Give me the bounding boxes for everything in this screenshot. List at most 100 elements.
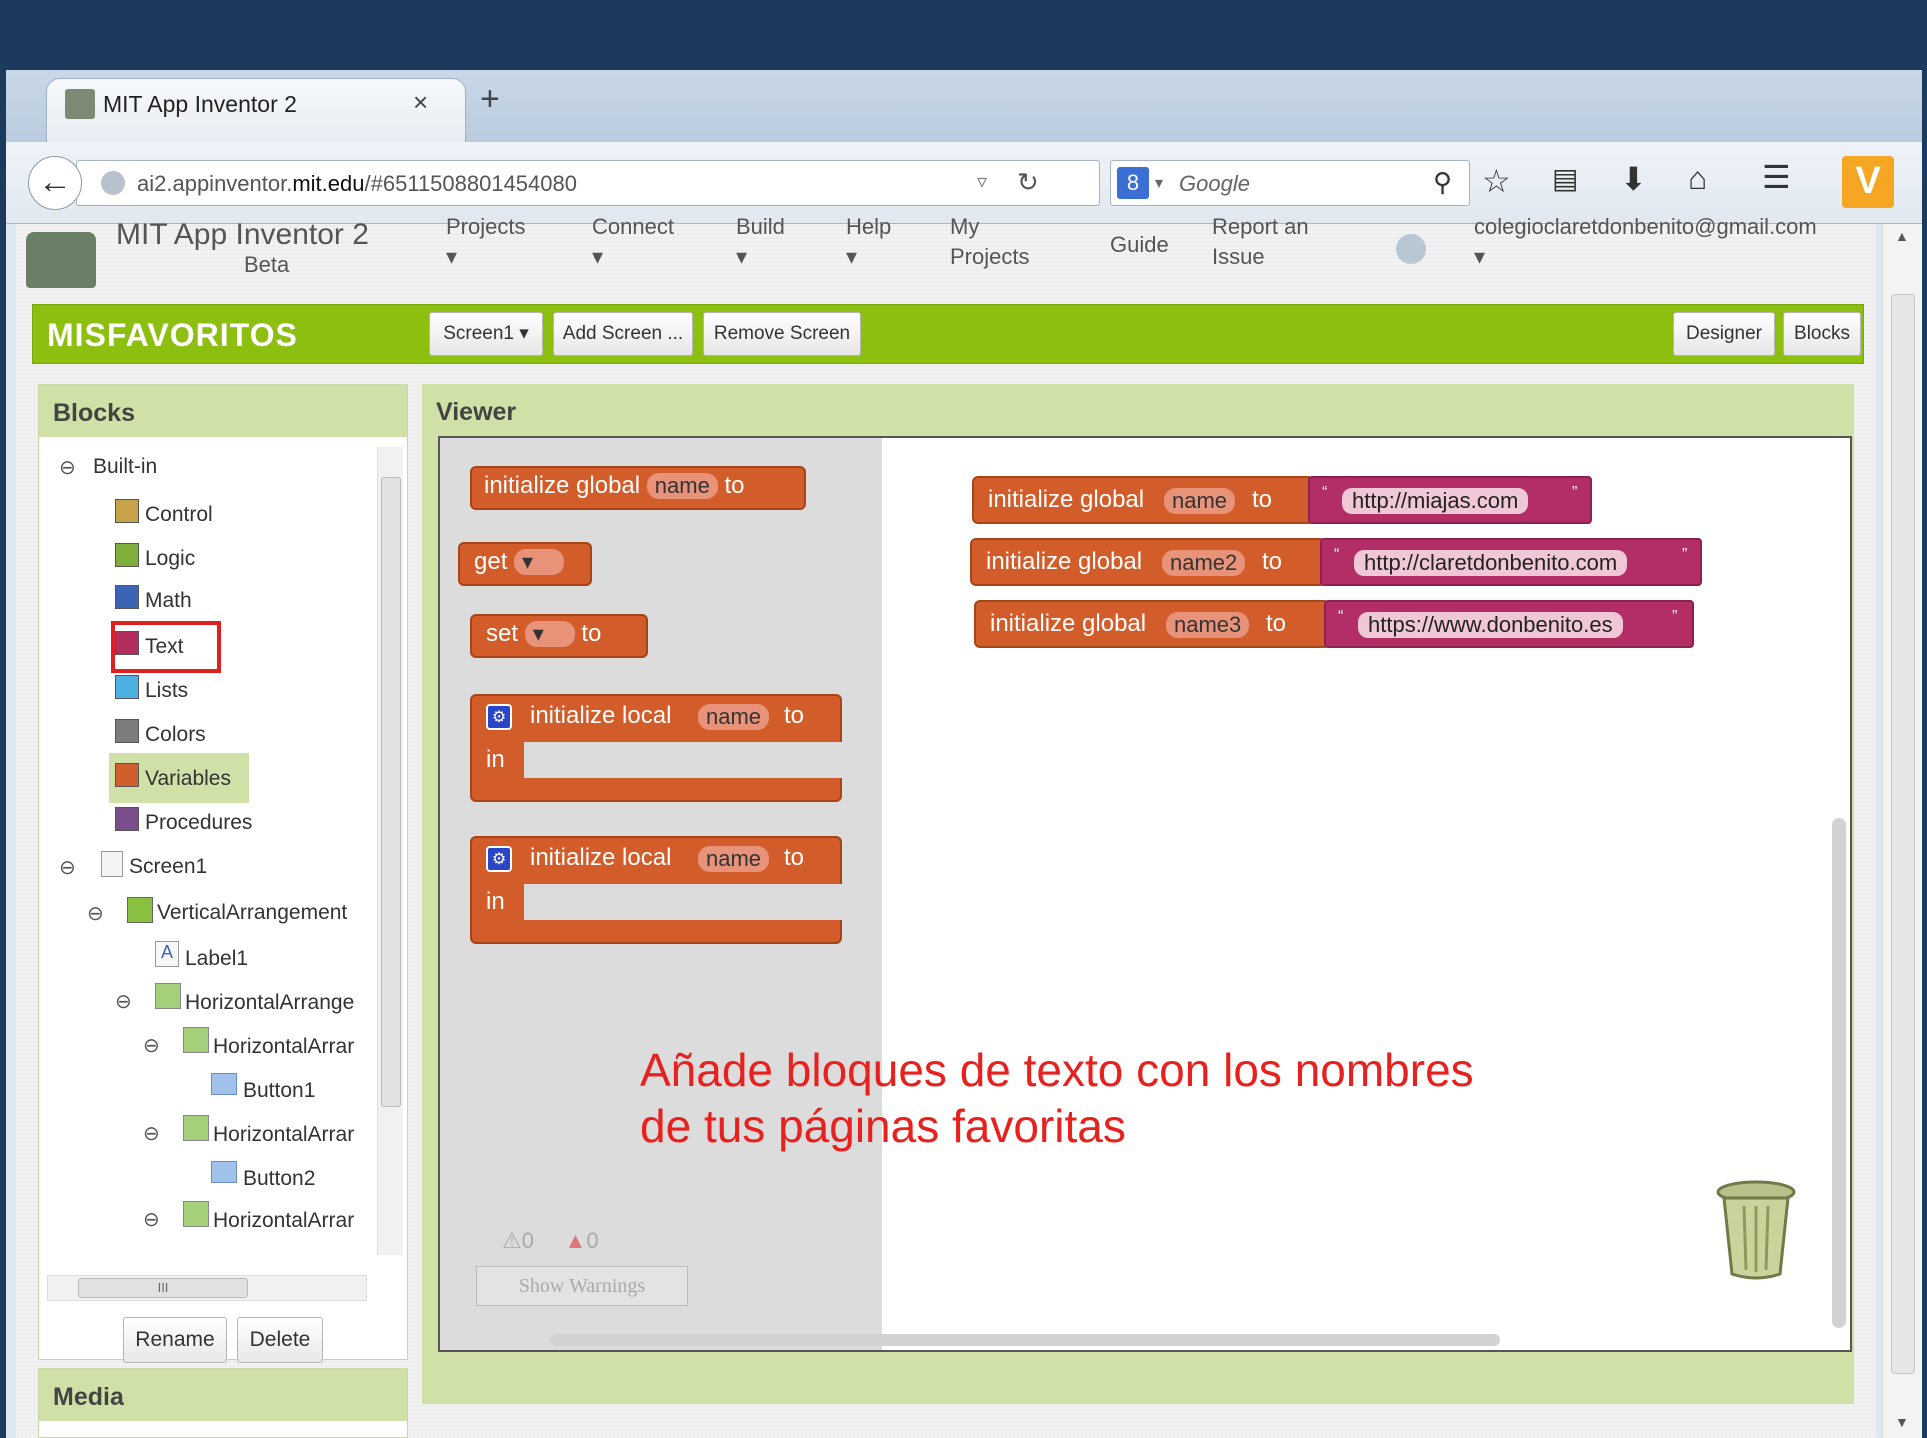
flyout-get-block[interactable]: get ▾ [458,542,592,586]
text-string-block[interactable]: “https://www.donbenito.es” [1324,600,1694,648]
text-value-field[interactable]: http://miajas.com [1342,488,1529,514]
search-icon[interactable]: ⚲ [1433,167,1452,198]
tree-horizontal-arrangement-a[interactable]: HorizontalArrar [213,1035,354,1059]
flyout-initialize-local-block-1[interactable]: ⚙ initialize local name to in [470,694,844,802]
blocks-button[interactable]: Blocks [1783,312,1861,356]
block-label: initialize local [530,844,672,871]
scroll-up-icon[interactable]: ▲ [1895,228,1909,244]
flyout-initialize-global-block[interactable]: initialize global name to [470,466,806,510]
scroll-down-icon[interactable]: ▼ [1895,1414,1909,1430]
menu-help[interactable]: Help ▾ [846,212,891,272]
collapse-horizontal-icon[interactable]: ⊖ [115,989,132,1014]
category-label: Lists [145,679,189,702]
tree-screen1[interactable]: Screen1 [129,855,207,879]
menu-report-issue[interactable]: Report an Issue [1212,212,1309,272]
workspace-block-3[interactable]: initialize global name3 to “https://www.do… [974,600,1694,648]
tab-close-icon[interactable]: × [413,87,428,118]
variable-name-field[interactable]: name2 [1162,550,1246,576]
workspace-vertical-scrollbar[interactable] [1832,818,1846,1328]
project-name: MISFAVORITOS [47,317,298,353]
mutator-gear-icon[interactable]: ⚙ [486,704,512,730]
rename-button[interactable]: Rename [123,1317,227,1363]
url-history-dropdown-icon[interactable]: ▿ [977,169,987,194]
tree-vertical-scrollbar[interactable] [377,447,403,1255]
language-globe-icon[interactable] [1396,234,1426,264]
trash-can-icon[interactable] [1716,1178,1796,1282]
category-label: Procedures [145,811,253,834]
add-screen-button[interactable]: Add Screen ... [553,312,693,356]
downloads-icon[interactable]: ⬇ [1620,160,1647,198]
designer-button[interactable]: Designer [1673,312,1775,356]
block-label: initialize global [988,486,1145,513]
show-warnings-button[interactable]: Show Warnings [476,1266,688,1306]
menu-account[interactable]: colegioclaretdonbenito@gmail.com ▾ [1474,212,1817,272]
variable-name-field[interactable]: name [1164,488,1236,514]
menu-connect[interactable]: Connect ▾ [592,212,674,272]
url-text[interactable]: ai2.appinventor.mit.edu/#651150880145408… [137,171,577,197]
collapse-screen1-icon[interactable]: ⊖ [59,855,76,880]
flyout-set-block[interactable]: set ▾ to [470,614,648,658]
tree-builtin[interactable]: Built-in [93,455,157,479]
page-scroll-thumb[interactable] [1891,294,1915,1374]
remove-screen-button[interactable]: Remove Screen [703,312,861,356]
blocks-panel: Blocks ⊖ Built-in Control Logic Math Tex… [38,384,408,1363]
workspace-block-1[interactable]: initialize global name to “http://miajas.c… [972,476,1592,524]
tree-horizontal-scrollbar[interactable]: III [47,1275,367,1301]
flyout-initialize-local-block-2[interactable]: ⚙ initialize local name to in [470,836,844,944]
category-label: Text [145,635,184,658]
new-tab-icon[interactable]: + [480,80,500,119]
tree-button2[interactable]: Button2 [243,1167,315,1191]
page-vertical-scrollbar[interactable]: ▲ ▼ [1882,224,1922,1438]
text-string-block[interactable]: “http://claretdonbenito.com” [1320,538,1702,586]
variable-name-field[interactable]: name3 [1166,612,1250,638]
variable-name-field[interactable]: name [698,846,770,872]
tree-button1[interactable]: Button1 [243,1079,315,1103]
back-button[interactable]: ← [28,156,82,210]
button-icon [211,1161,237,1183]
screen-select-button[interactable]: Screen1 ▾ [429,312,543,356]
search-bar[interactable]: 8 ▾ Google ⚲ [1110,160,1470,206]
menu-projects[interactable]: Projects ▾ [446,212,525,272]
collapse-builtin-icon[interactable]: ⊖ [59,455,76,480]
collapse-vertical-icon[interactable]: ⊖ [87,901,104,926]
url-bar[interactable]: ai2.appinventor.mit.edu/#651150880145408… [76,160,1100,206]
menu-icon[interactable]: ☰ [1762,158,1791,196]
variable-name-field[interactable]: name [698,704,770,730]
bookmark-star-icon[interactable]: ☆ [1482,162,1511,200]
tree-horizontal-arrangement-b[interactable]: HorizontalArrar [213,1123,354,1147]
warnings-count: 0 [521,1228,534,1253]
delete-button[interactable]: Delete [237,1317,323,1363]
bookmarks-list-icon[interactable]: ▤ [1552,162,1578,195]
tree-hscroll-thumb[interactable]: III [78,1278,248,1298]
collapse-horizontal-c-icon[interactable]: ⊖ [143,1207,160,1232]
collapse-horizontal-b-icon[interactable]: ⊖ [143,1121,160,1146]
text-value-field[interactable]: http://claretdonbenito.com [1354,550,1628,576]
browser-tab[interactable]: MIT App Inventor 2 × [46,78,466,142]
home-icon[interactable]: ⌂ [1688,160,1707,197]
text-value-field[interactable]: https://www.donbenito.es [1358,612,1623,638]
screen-icon [101,851,123,877]
tree-vertical-arrangement[interactable]: VerticalArrangement [157,901,347,925]
menu-guide[interactable]: Guide [1110,230,1169,260]
project-toolbar: MISFAVORITOS Screen1 ▾ Add Screen ... Re… [32,304,1864,364]
tree-horizontal-arrangement-c[interactable]: HorizontalArrar [213,1209,354,1233]
category-label: Control [145,503,213,526]
workspace-horizontal-scrollbar[interactable] [550,1334,1500,1346]
menu-my-projects[interactable]: My Projects [950,212,1029,272]
collapse-horizontal-a-icon[interactable]: ⊖ [143,1033,160,1058]
search-engine-dropdown-icon[interactable]: ▾ [1155,173,1163,193]
reload-icon[interactable]: ↻ [1017,167,1039,198]
tree-scroll-thumb[interactable] [381,477,401,1107]
tree-horizontal-arrangement[interactable]: HorizontalArrange [185,991,354,1015]
extension-icon[interactable]: V [1842,156,1894,208]
blocks-workspace[interactable]: initialize global name to get ▾ set ▾ to… [438,436,1852,1352]
tree-label1[interactable]: Label1 [185,947,248,971]
search-engine-icon[interactable]: 8 [1117,167,1149,199]
menu-build[interactable]: Build ▾ [736,212,785,272]
search-input[interactable]: Google [1179,171,1250,197]
mutator-gear-icon[interactable]: ⚙ [486,846,512,872]
block-label: to [784,702,805,729]
workspace-block-2[interactable]: initialize global name2 to “http://claretd… [970,538,1702,586]
site-identity-icon[interactable] [101,171,125,195]
text-string-block[interactable]: “http://miajas.com” [1308,476,1592,524]
